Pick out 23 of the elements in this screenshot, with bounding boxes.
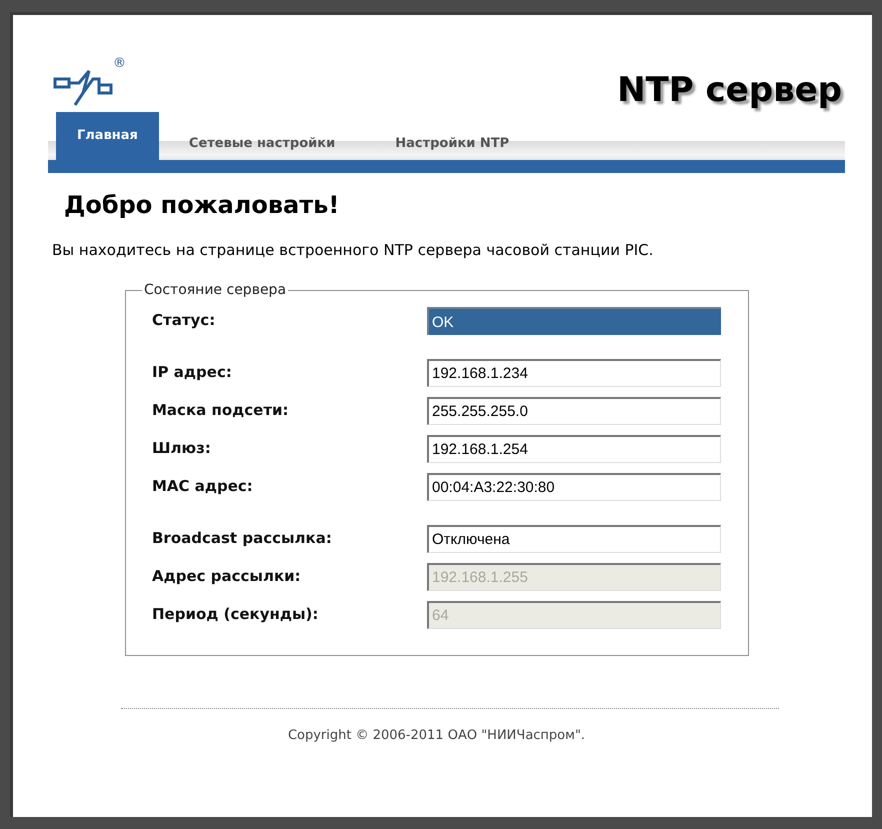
nav-tab[interactable]: Настройки NTP <box>365 128 540 160</box>
intro-text: Вы находитесь на странице встроенного NTP сервера часовой станции PIC. <box>52 240 654 261</box>
panel-legend: Состояние сервера <box>142 280 288 300</box>
text-field[interactable]: 00:04:A3:22:30:80 <box>427 472 721 500</box>
welcome-heading: Добро пожаловать! <box>64 193 340 217</box>
nav-tab[interactable]: Сетевые настройки <box>158 128 366 160</box>
field-label: MAC адрес: <box>152 476 254 498</box>
field-label: IP адрес: <box>152 362 233 384</box>
field-label: Broadcast рассылка: <box>152 528 333 550</box>
field-label: Статус: <box>152 310 216 332</box>
text-field[interactable]: 192.168.1.234 <box>427 358 721 386</box>
field-label: Шлюз: <box>152 438 212 460</box>
field-label: Маска подсети: <box>152 400 290 422</box>
nav-tab[interactable]: Главная <box>56 112 159 160</box>
text-field[interactable]: Отключена <box>427 524 721 552</box>
text-field[interactable]: 192.168.1.254 <box>427 434 721 462</box>
status-indicator: OK <box>427 306 721 334</box>
field-label: Период (секунды): <box>152 604 320 626</box>
copyright-text: Copyright © 2006-2011 ОАО "НИИЧаспром". <box>286 726 586 744</box>
registered-mark: ® <box>113 57 126 70</box>
page-title: NTP сервер <box>617 69 842 112</box>
field-label: Адрес рассылки: <box>152 566 302 588</box>
text-field[interactable]: 255.255.255.0 <box>427 396 721 424</box>
